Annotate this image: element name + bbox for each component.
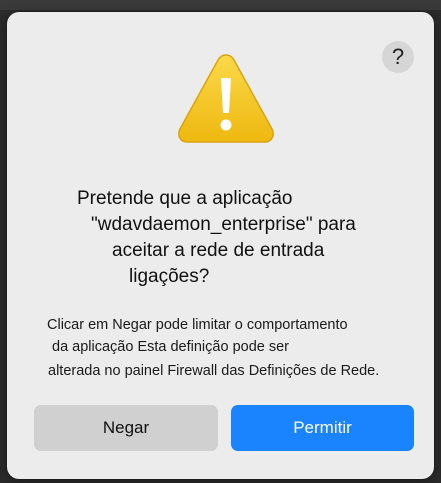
message-line: da aplicação Esta definição pode ser: [52, 339, 289, 355]
title-line: "wdavdaemon_enterprise" para: [91, 214, 356, 235]
help-button[interactable]: ?: [382, 41, 414, 73]
title-line: Pretende que a aplicação: [77, 188, 293, 209]
warning-triangle-icon: [176, 51, 276, 146]
message-line: Clicar em Negar pode limitar o comportam…: [47, 317, 348, 333]
firewall-alert-dialog: ? Pretende que a aplicação "wdavdaemon_e…: [7, 12, 434, 479]
message-line: alterada no painel Firewall das Definiçõ…: [48, 363, 380, 379]
deny-button[interactable]: Negar: [34, 405, 218, 451]
dialog-message: Clicar em Negar pode limitar o comportam…: [47, 314, 427, 382]
allow-button[interactable]: Permitir: [231, 405, 414, 451]
background-window-strip: [0, 0, 441, 10]
title-line: aceitar a rede de entrada: [112, 240, 325, 261]
dialog-title: Pretende que a aplicação "wdavdaemon_ent…: [47, 186, 397, 290]
title-line: ligações?: [129, 266, 210, 287]
